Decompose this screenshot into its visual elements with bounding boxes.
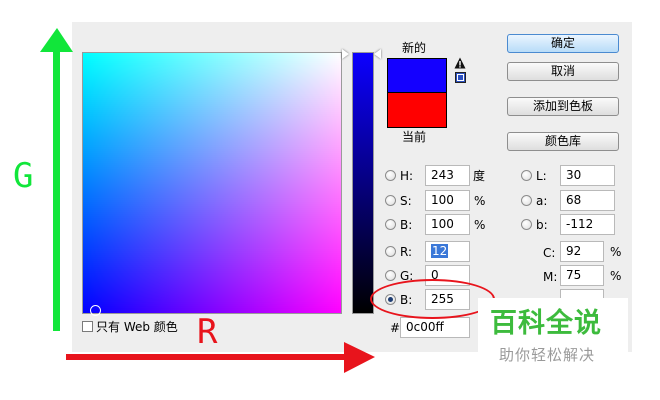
blue-slider[interactable] — [352, 52, 374, 314]
g-axis-arrow — [40, 28, 74, 333]
radio-l[interactable] — [521, 170, 532, 181]
radio-s[interactable] — [385, 195, 396, 206]
m-label: M: — [543, 270, 558, 284]
highlight-ellipse — [370, 279, 495, 319]
lab-b-input[interactable]: -112 — [560, 214, 615, 235]
new-label: 新的 — [402, 41, 427, 55]
hex-input[interactable]: 0c00ff — [400, 317, 470, 338]
lab-b-label: b: — [536, 218, 548, 232]
cancel-button[interactable]: 取消 — [507, 62, 619, 81]
a-label: a: — [536, 194, 548, 208]
ok-button[interactable]: 确定 — [507, 34, 619, 53]
l-label: L: — [536, 169, 547, 183]
h-label: H: — [400, 169, 414, 183]
radio-g[interactable] — [385, 270, 396, 281]
watermark-title: 百科全说 — [490, 308, 602, 339]
slider-arrow-left[interactable] — [342, 49, 349, 59]
radio-r[interactable] — [385, 246, 396, 257]
radio-lab-b[interactable] — [521, 219, 532, 230]
g-axis-label: G — [13, 156, 34, 196]
m-input[interactable]: 75 — [560, 265, 604, 286]
r-input[interactable]: 12 — [425, 241, 470, 262]
a-input[interactable]: 68 — [560, 190, 615, 211]
h-input[interactable]: 243 — [425, 165, 470, 186]
color-field-gradient — [83, 53, 341, 313]
current-label: 当前 — [402, 130, 427, 144]
h-unit: 度 — [473, 169, 486, 183]
add-to-swatches-button[interactable]: 添加到色板 — [507, 97, 619, 116]
b-brightness-label: B: — [400, 218, 413, 232]
c-unit: % — [610, 245, 622, 259]
slider-arrow-right[interactable] — [374, 49, 381, 59]
c-input[interactable]: 92 — [560, 241, 604, 262]
m-unit: % — [610, 269, 622, 283]
l-input[interactable]: 30 — [560, 165, 615, 186]
s-label: S: — [400, 194, 412, 208]
new-color-swatch — [387, 58, 447, 93]
radio-a[interactable] — [521, 195, 532, 206]
r-axis-arrow — [66, 342, 376, 374]
web-safe-swatch-icon[interactable] — [455, 72, 466, 83]
color-libraries-button[interactable]: 颜色库 — [507, 132, 619, 151]
watermark-subtitle: 助你轻松解决 — [499, 346, 596, 364]
r-label: R: — [400, 245, 413, 259]
b-brightness-input[interactable]: 100 — [425, 214, 470, 235]
b-brightness-unit: % — [474, 218, 486, 232]
web-only-label: 只有 Web 颜色 — [96, 320, 178, 334]
radio-b-brightness[interactable] — [385, 219, 396, 230]
hex-prefix: # — [390, 321, 401, 335]
r-axis-label: R — [197, 312, 218, 352]
c-label: C: — [543, 246, 556, 260]
r-value-selected: 12 — [431, 244, 449, 258]
s-unit: % — [474, 194, 486, 208]
warning-icon[interactable] — [454, 57, 466, 69]
s-input[interactable]: 100 — [425, 190, 470, 211]
field-cursor[interactable] — [90, 305, 101, 316]
radio-h[interactable] — [385, 170, 396, 181]
web-only-checkbox[interactable] — [82, 321, 93, 332]
current-color-swatch[interactable] — [387, 92, 447, 128]
